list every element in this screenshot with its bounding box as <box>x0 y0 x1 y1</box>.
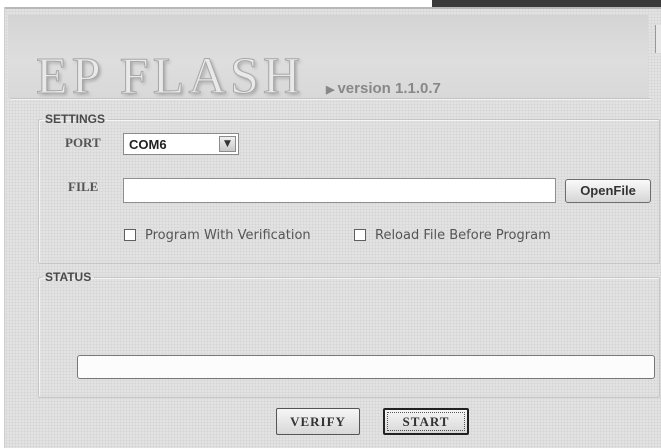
version-text: version 1.1.0.7 <box>337 80 441 97</box>
verification-checkbox[interactable] <box>124 229 136 241</box>
version-label: ▶ version 1.1.0.7 <box>326 80 441 97</box>
open-file-button[interactable]: OpenFile <box>565 179 651 203</box>
window-edge-control <box>655 25 661 53</box>
verification-option[interactable]: Program With Verification <box>124 227 311 243</box>
verification-label: Program With Verification <box>145 227 311 243</box>
port-select[interactable]: COM6 ▼ <box>123 133 239 155</box>
triangle-right-icon: ▶ <box>326 84 335 96</box>
file-label: FILE <box>68 179 99 194</box>
file-path-input[interactable] <box>123 178 556 203</box>
reload-checkbox[interactable] <box>354 229 366 241</box>
port-label: PORT <box>65 135 101 150</box>
window-top-border <box>5 7 661 9</box>
app-logo: EP FLASH <box>35 48 305 105</box>
settings-legend: SETTINGS <box>45 112 106 126</box>
verify-button[interactable]: VERIFY <box>276 408 360 435</box>
start-button[interactable]: START <box>383 408 469 435</box>
background-window-edge <box>432 0 661 7</box>
progress-bar <box>77 355 655 379</box>
reload-label: Reload File Before Program <box>375 227 551 243</box>
status-legend: STATUS <box>45 270 92 284</box>
chevron-down-icon[interactable]: ▼ <box>219 136 236 152</box>
start-button-label: START <box>387 412 465 431</box>
reload-option[interactable]: Reload File Before Program <box>354 227 551 243</box>
port-value: COM6 <box>129 137 167 152</box>
header-banner: EP FLASH ▶ version 1.1.0.7 <box>8 15 648 103</box>
banner-divider <box>10 98 650 100</box>
